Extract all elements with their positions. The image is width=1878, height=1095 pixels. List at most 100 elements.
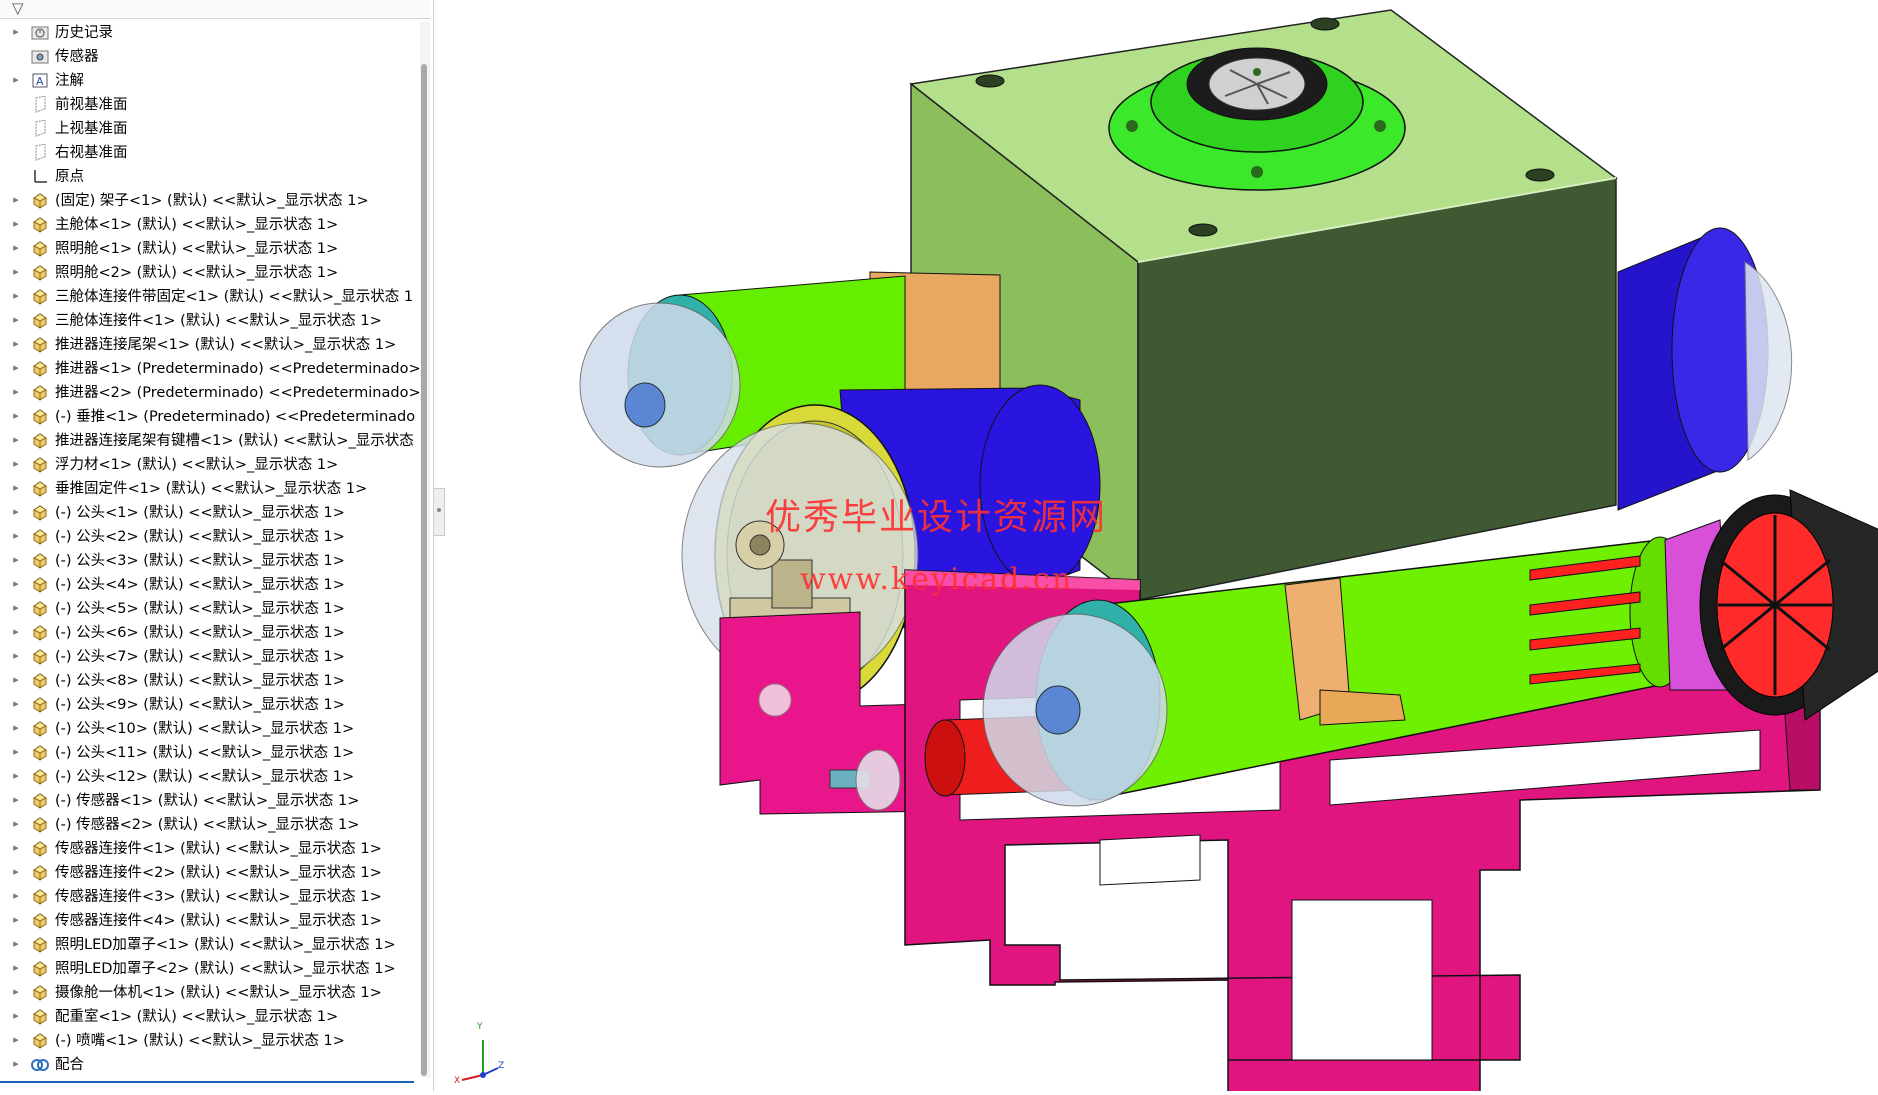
expand-arrow-icon[interactable]: ▸ [11, 215, 21, 233]
expand-arrow-icon[interactable]: ▸ [11, 695, 21, 713]
expand-arrow-icon[interactable]: ▸ [11, 1007, 21, 1025]
tree-item[interactable]: ▸ 摄像舱一体机<1> (默认) <<默认>_显示状态 1> [0, 981, 420, 1005]
tree-item[interactable]: ▸ (-) 公头<3> (默认) <<默认>_显示状态 1> [0, 549, 420, 573]
expand-arrow-icon[interactable]: ▸ [11, 647, 21, 665]
expand-arrow-icon[interactable]: ▸ [11, 335, 21, 353]
expand-arrow-icon[interactable]: ▸ [11, 863, 21, 881]
tree-item[interactable]: ▸ 照明舱<2> (默认) <<默认>_显示状态 1> [0, 261, 420, 285]
tree-item[interactable]: 右视基准面 [0, 141, 420, 165]
expand-arrow-icon[interactable]: ▸ [11, 1055, 21, 1073]
expand-arrow-icon[interactable]: ▸ [11, 431, 21, 449]
filter-icon[interactable]: ▽ [12, 0, 24, 16]
expand-arrow-icon[interactable]: ▸ [11, 191, 21, 209]
tree-item[interactable]: 原点 [0, 165, 420, 189]
expand-arrow-icon[interactable]: ▸ [11, 959, 21, 977]
tree-item[interactable]: ▸ (-) 公头<1> (默认) <<默认>_显示状态 1> [0, 501, 420, 525]
tree-item[interactable]: ▸ (-) 公头<11> (默认) <<默认>_显示状态 1> [0, 741, 420, 765]
tree-item[interactable]: ▸ (-) 公头<6> (默认) <<默认>_显示状态 1> [0, 621, 420, 645]
expand-arrow-icon[interactable]: ▸ [11, 911, 21, 929]
tree-scrollbar-thumb[interactable] [421, 64, 427, 1076]
expand-arrow-icon[interactable]: ▸ [11, 239, 21, 257]
tree-item[interactable]: ▸ 历史记录 [0, 21, 420, 45]
tree-item[interactable]: ▸ A 注解 [0, 69, 420, 93]
expand-arrow-icon[interactable]: ▸ [11, 287, 21, 305]
right-rear-cylinder[interactable] [1617, 227, 1793, 511]
expand-arrow-icon[interactable]: ▸ [11, 551, 21, 569]
tree-item[interactable]: ▸ (-) 公头<10> (默认) <<默认>_显示状态 1> [0, 717, 420, 741]
tree-item[interactable]: 前视基准面 [0, 93, 420, 117]
tree-item[interactable]: ▸ (-) 公头<2> (默认) <<默认>_显示状态 1> [0, 525, 420, 549]
tree-item[interactable]: ▸ 照明舱<1> (默认) <<默认>_显示状态 1> [0, 237, 420, 261]
expand-arrow-icon[interactable]: ▸ [11, 23, 21, 41]
tree-item[interactable]: ▸ 垂推固定件<1> (默认) <<默认>_显示状态 1> [0, 477, 420, 501]
graphics-viewport[interactable]: Y X Z [446, 0, 1878, 1095]
plane-icon [31, 143, 49, 161]
tree-item[interactable]: ▸ (-) 垂推<1> (Predeterminado) <<Predetermi… [0, 405, 420, 429]
expand-arrow-icon[interactable]: ▸ [11, 839, 21, 857]
expand-arrow-icon[interactable]: ▸ [11, 263, 21, 281]
expand-arrow-icon[interactable]: ▸ [11, 983, 21, 1001]
expand-arrow-icon[interactable]: ▸ [11, 767, 21, 785]
expand-arrow-icon[interactable]: ▸ [11, 479, 21, 497]
tree-item[interactable]: ▸ 推进器<1> (Predeterminado) <<Predeterminad… [0, 357, 420, 381]
tree-item[interactable]: ▸ (-) 公头<12> (默认) <<默认>_显示状态 1> [0, 765, 420, 789]
expand-arrow-icon[interactable]: ▸ [11, 1031, 21, 1049]
part-icon [31, 648, 49, 665]
expand-arrow-icon[interactable]: ▸ [11, 623, 21, 641]
part-icon [31, 936, 49, 953]
tree-item[interactable]: ▸ (-) 公头<5> (默认) <<默认>_显示状态 1> [0, 597, 420, 621]
tree-item[interactable]: ▸ 三舱体连接件<1> (默认) <<默认>_显示状态 1> [0, 309, 420, 333]
svg-text:A: A [36, 75, 44, 88]
tree-item[interactable]: ▸ 传感器连接件<4> (默认) <<默认>_显示状态 1> [0, 909, 420, 933]
tree-item-label: 配合 [55, 1057, 84, 1073]
tree-item[interactable]: 上视基准面 [0, 117, 420, 141]
tree-item[interactable]: ▸ 传感器连接件<2> (默认) <<默认>_显示状态 1> [0, 861, 420, 885]
tree-item[interactable]: ▸ 配合 [0, 1053, 420, 1077]
tree-item[interactable]: ▸ 推进器连接尾架有键槽<1> (默认) <<默认>_显示状态 [0, 429, 420, 453]
expand-arrow-icon[interactable]: ▸ [11, 791, 21, 809]
expand-arrow-icon[interactable]: ▸ [11, 359, 21, 377]
tree-item[interactable]: ▸ (-) 公头<9> (默认) <<默认>_显示状态 1> [0, 693, 420, 717]
expand-arrow-icon[interactable]: ▸ [11, 71, 21, 89]
tree-item[interactable]: ▸ 传感器连接件<3> (默认) <<默认>_显示状态 1> [0, 885, 420, 909]
tree-item[interactable]: ▸ (固定) 架子<1> (默认) <<默认>_显示状态 1> [0, 189, 420, 213]
part-icon [31, 240, 49, 257]
tree-filter-bar[interactable]: ▽ [0, 0, 430, 19]
expand-arrow-icon[interactable]: ▸ [11, 527, 21, 545]
part-icon [31, 360, 49, 377]
tree-item[interactable]: ▸ 照明LED加罩子<1> (默认) <<默认>_显示状态 1> [0, 933, 420, 957]
tree-item-label: (-) 传感器<1> (默认) <<默认>_显示状态 1> [55, 793, 360, 809]
tree-item[interactable]: ▸ (-) 喷嘴<1> (默认) <<默认>_显示状态 1> [0, 1029, 420, 1053]
expand-arrow-icon[interactable]: ▸ [11, 815, 21, 833]
expand-arrow-icon[interactable]: ▸ [11, 311, 21, 329]
tree-item[interactable]: ▸ 三舱体连接件带固定<1> (默认) <<默认>_显示状态 1 [0, 285, 420, 309]
tree-item[interactable]: ▸ 配重室<1> (默认) <<默认>_显示状态 1> [0, 1005, 420, 1029]
expand-arrow-icon[interactable]: ▸ [11, 599, 21, 617]
expand-arrow-icon[interactable]: ▸ [11, 455, 21, 473]
tree-item[interactable]: ▸ 浮力材<1> (默认) <<默认>_显示状态 1> [0, 453, 420, 477]
horizontal-thruster[interactable] [1664, 489, 1878, 721]
tree-item-label: (-) 公头<10> (默认) <<默认>_显示状态 1> [55, 721, 355, 737]
tree-item[interactable]: ▸ (-) 传感器<2> (默认) <<默认>_显示状态 1> [0, 813, 420, 837]
expand-arrow-icon[interactable]: ▸ [11, 407, 21, 425]
tree-item[interactable]: ▸ (-) 公头<4> (默认) <<默认>_显示状态 1> [0, 573, 420, 597]
tree-item[interactable]: ▸ 推进器<2> (Predeterminado) <<Predeterminad… [0, 381, 420, 405]
expand-arrow-icon[interactable]: ▸ [11, 671, 21, 689]
expand-arrow-icon[interactable]: ▸ [11, 503, 21, 521]
expand-arrow-icon[interactable]: ▸ [11, 743, 21, 761]
panel-collapse-handle[interactable] [434, 488, 445, 536]
expand-arrow-icon[interactable]: ▸ [11, 575, 21, 593]
tree-item-label: 照明LED加罩子<2> (默认) <<默认>_显示状态 1> [55, 961, 396, 977]
tree-item[interactable]: 传感器 [0, 45, 420, 69]
expand-arrow-icon[interactable]: ▸ [11, 719, 21, 737]
tree-item[interactable]: ▸ 主舱体<1> (默认) <<默认>_显示状态 1> [0, 213, 420, 237]
tree-item[interactable]: ▸ 推进器连接尾架<1> (默认) <<默认>_显示状态 1> [0, 333, 420, 357]
tree-item[interactable]: ▸ (-) 公头<8> (默认) <<默认>_显示状态 1> [0, 669, 420, 693]
expand-arrow-icon[interactable]: ▸ [11, 935, 21, 953]
expand-arrow-icon[interactable]: ▸ [11, 887, 21, 905]
expand-arrow-icon[interactable]: ▸ [11, 383, 21, 401]
tree-item[interactable]: ▸ 传感器连接件<1> (默认) <<默认>_显示状态 1> [0, 837, 420, 861]
tree-item[interactable]: ▸ 照明LED加罩子<2> (默认) <<默认>_显示状态 1> [0, 957, 420, 981]
tree-item[interactable]: ▸ (-) 公头<7> (默认) <<默认>_显示状态 1> [0, 645, 420, 669]
tree-item[interactable]: ▸ (-) 传感器<1> (默认) <<默认>_显示状态 1> [0, 789, 420, 813]
